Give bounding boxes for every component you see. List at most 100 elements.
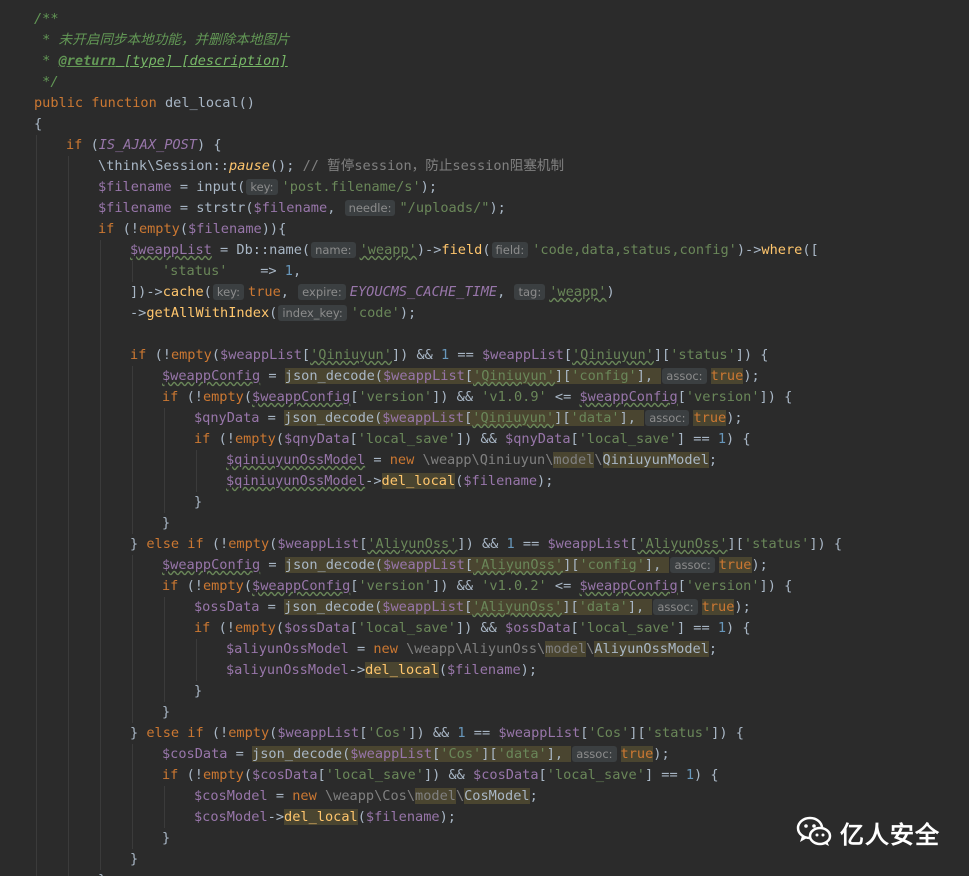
parameter-hint: tag:: [514, 284, 546, 300]
indent-guide: [68, 303, 69, 324]
code-token: 'local_save': [578, 620, 677, 636]
code-token: new: [389, 452, 423, 468]
code-line[interactable]: }: [194, 492, 202, 513]
code-editor[interactable]: /** * 未开启同步本地功能，并删除本地图片 * @return [type]…: [0, 0, 969, 876]
code-token: );: [653, 746, 670, 762]
indent-guide: [100, 366, 101, 387]
indent-guide: [100, 723, 101, 744]
code-line[interactable]: {: [34, 114, 42, 135]
code-line[interactable]: $weappConfig = json_decode($weappList['A…: [162, 555, 768, 576]
code-line[interactable]: $weappConfig = json_decode($weappList['Q…: [162, 366, 760, 387]
code-token: ],: [546, 746, 572, 762]
code-line[interactable]: }: [130, 849, 138, 870]
code-line[interactable]: $filename = input(key:'post.filename/s')…: [98, 177, 437, 198]
code-token: 'Cos': [588, 725, 630, 741]
parameter-hint: assoc:: [572, 746, 617, 762]
code-line[interactable]: } else if (!empty($weappList['Cos']) && …: [130, 723, 744, 744]
code-token: );: [726, 410, 743, 426]
indent-guide: [100, 345, 101, 366]
code-token: 'version': [685, 578, 760, 594]
code-line[interactable]: /**: [34, 9, 59, 30]
code-line[interactable]: if (!empty($cosData['local_save']) && $c…: [162, 765, 719, 786]
code-token: $cosModel: [194, 809, 268, 825]
code-token: 'v1.0.2': [481, 578, 547, 594]
code-token: );: [420, 179, 438, 195]
code-token: ->: [130, 305, 147, 321]
code-line[interactable]: public function del_local(): [34, 93, 255, 114]
code-line[interactable]: if (!empty($qnyData['local_save']) && $q…: [194, 429, 751, 450]
code-line[interactable]: $weappList = Db::name(name:'weapp')->fie…: [130, 240, 819, 261]
code-line[interactable]: * 未开启同步本地功能，并删除本地图片: [34, 30, 289, 51]
code-line[interactable]: $aliyunOssModel->del_local($filename);: [226, 660, 537, 681]
code-line[interactable]: }: [194, 681, 202, 702]
code-line[interactable]: }: [162, 513, 170, 534]
code-token: \weapp\Cos\: [324, 788, 416, 804]
code-token: ][: [653, 347, 671, 363]
indent-guide: [68, 450, 69, 471]
code-line[interactable]: $qiniuyunOssModel->del_local($filename);: [226, 471, 553, 492]
indent-guide: [164, 681, 165, 702]
indent-guide: [36, 765, 37, 786]
code-token: (!: [122, 221, 139, 237]
code-line[interactable]: $filename = strstr($filename, needle: "/u…: [98, 198, 506, 219]
code-token: if: [162, 578, 187, 594]
code-token: where: [761, 242, 803, 258]
code-token: // 暂停session，防止session阻塞机制: [302, 158, 565, 174]
code-line[interactable]: 'status' => 1,: [162, 261, 301, 282]
code-token: $weappConfig: [252, 389, 351, 405]
code-line[interactable]: $aliyunOssModel = new \weapp\AliyunOss\m…: [226, 639, 717, 660]
indent-guide: [100, 303, 101, 324]
code-line[interactable]: }: [162, 702, 170, 723]
indent-guide: [68, 324, 69, 345]
code-token: 'data': [570, 410, 620, 426]
code-line[interactable]: */: [34, 72, 58, 93]
code-line[interactable]: ->getAllWithIndex(index_key:'code');: [130, 303, 416, 324]
indent-guide: [100, 660, 101, 681]
indent-guide: [36, 450, 37, 471]
code-line[interactable]: if (!empty($weappConfig['version']) && '…: [162, 576, 792, 597]
code-token: ]) {: [711, 725, 744, 741]
code-token: 'config': [571, 368, 637, 384]
code-token: ]) {: [759, 389, 793, 405]
code-line[interactable]: $qnyData = json_decode($weappList['Qiniu…: [194, 408, 743, 429]
code-token: $weappList: [277, 536, 360, 552]
code-token: (: [438, 662, 447, 678]
code-line[interactable]: } else if (!empty($weappList['AliyunOss'…: [130, 534, 842, 555]
code-line[interactable]: ])->cache(key: true, expire: EYOUCMS_CACHE…: [130, 282, 615, 303]
code-token: ([: [802, 242, 819, 258]
code-line[interactable]: }: [162, 828, 170, 849]
code-line[interactable]: }: [98, 870, 106, 876]
code-token: (: [243, 389, 253, 405]
code-token: 'version': [685, 389, 760, 405]
code-line[interactable]: if (IS_AJAX_POST) {: [66, 135, 222, 156]
code-line[interactable]: $qiniuyunOssModel = new \weapp\Qiniuyun\…: [226, 450, 717, 471]
code-line[interactable]: $cosModel = new \weapp\Cos\model\CosMode…: [194, 786, 538, 807]
code-token: true: [248, 284, 281, 300]
code-line[interactable]: $ossData = json_decode($weappList['Aliyu…: [194, 597, 751, 618]
indent-guide: [100, 807, 101, 828]
indent-guide: [68, 219, 69, 240]
code-line[interactable]: $cosData = json_decode($weappList['Cos']…: [162, 744, 670, 765]
code-token: (!: [186, 578, 203, 594]
code-token: ,: [327, 200, 344, 216]
code-line[interactable]: * @return [type] [description]: [34, 51, 288, 72]
code-line[interactable]: if (!empty($weappConfig['version']) && '…: [162, 387, 792, 408]
indent-guide: [36, 807, 37, 828]
indent-guide: [132, 828, 133, 849]
code-token: if: [162, 767, 187, 783]
code-line[interactable]: if (!empty($weappList['Qiniuyun']) && 1 …: [130, 345, 768, 366]
code-token: $weappList: [383, 368, 465, 384]
code-line[interactable]: \think\Session::pause(); // 暂停session，防止…: [98, 156, 564, 177]
indent-guide: [36, 849, 37, 870]
code-line[interactable]: $cosModel->del_local($filename);: [194, 807, 456, 828]
code-token: ==: [514, 536, 548, 552]
indent-guide: [132, 429, 133, 450]
code-token: 'Qiniuyun': [473, 368, 555, 384]
code-token: 'data': [578, 599, 628, 615]
code-token: 'Cos': [367, 725, 409, 741]
code-line[interactable]: if (!empty($filename)){: [98, 219, 286, 240]
code-token: $weappList: [130, 242, 212, 258]
code-line[interactable]: if (!empty($ossData['local_save']) && $o…: [194, 618, 751, 639]
code-token: pause: [228, 158, 270, 174]
indent-guide: [164, 660, 165, 681]
